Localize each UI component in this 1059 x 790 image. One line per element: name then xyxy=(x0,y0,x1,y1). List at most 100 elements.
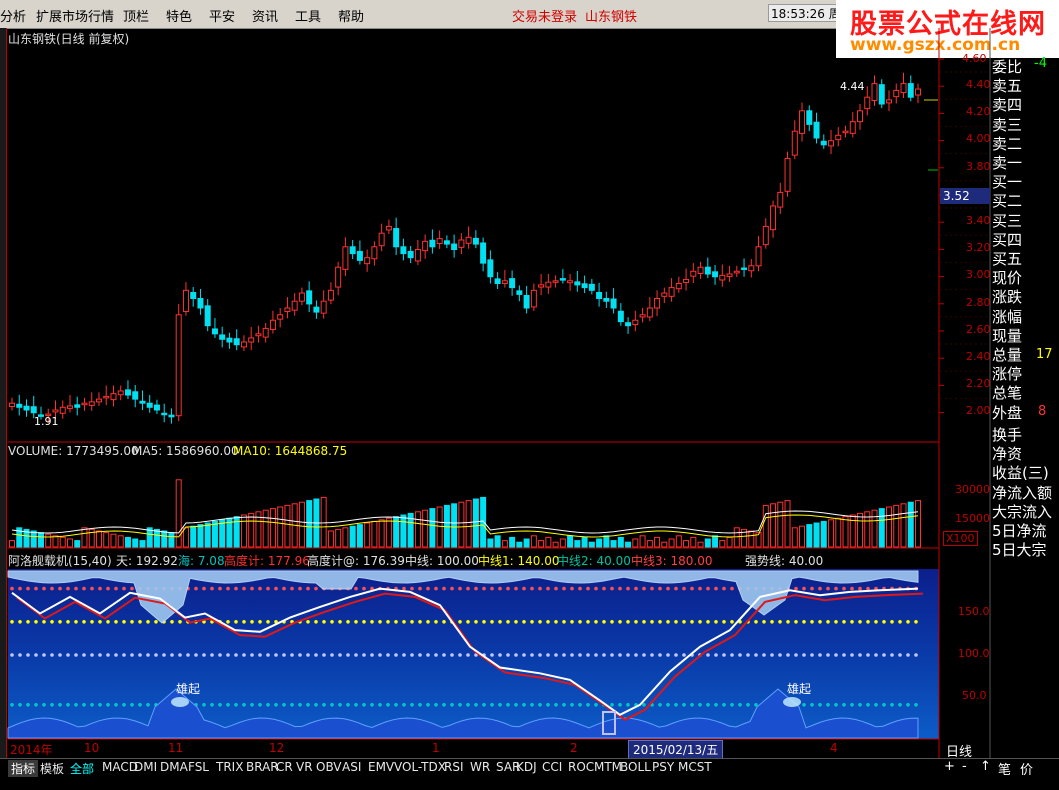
indicator-dot xyxy=(602,653,606,657)
price-button[interactable]: 价 xyxy=(1020,759,1033,778)
tab-mcst[interactable]: MCST xyxy=(678,760,712,774)
candle-body xyxy=(617,310,624,323)
tab-cci[interactable]: CCI xyxy=(542,760,562,774)
volume-bar xyxy=(704,538,711,548)
indicator-dot xyxy=(418,586,422,591)
indicator-dot xyxy=(762,620,766,624)
tab-vol-tdx[interactable]: VOL-TDX xyxy=(394,760,446,774)
indicator-dot xyxy=(370,653,374,657)
tab-dmi[interactable]: DMI xyxy=(134,760,157,774)
indicator-dot xyxy=(522,586,526,591)
tab-brar[interactable]: BRAR xyxy=(246,760,279,774)
candle-body xyxy=(117,390,124,396)
indicator-dot xyxy=(818,586,822,591)
volume-bar xyxy=(552,541,559,548)
candle-body xyxy=(538,284,545,288)
tab-vr[interactable]: VR xyxy=(296,760,313,774)
tab-dma[interactable]: DMA xyxy=(160,760,188,774)
volume-bar xyxy=(806,524,813,548)
zoom-out-button[interactable]: - xyxy=(962,759,967,774)
indicator-dot xyxy=(546,620,550,624)
indicator-dot xyxy=(370,703,374,707)
tab-kdj[interactable]: KDJ xyxy=(516,760,537,774)
volume-bar xyxy=(139,540,146,548)
indicator-qiangshi: 强势线: 40.00 xyxy=(745,554,824,568)
indicator-dot xyxy=(130,653,134,657)
volume-bar xyxy=(596,538,603,548)
tab-rsi[interactable]: RSI xyxy=(444,760,464,774)
indicator-dot xyxy=(114,703,118,707)
candle-body xyxy=(697,266,704,274)
indicator-dot xyxy=(90,620,94,624)
indicator-dot xyxy=(618,586,622,591)
indicator-dot xyxy=(266,586,270,591)
indicator-dot xyxy=(642,620,646,624)
candle-body xyxy=(777,191,784,208)
tab-asi[interactable]: ASI xyxy=(342,760,361,774)
tab-template[interactable]: 模板 xyxy=(40,760,64,777)
indicator-dot xyxy=(338,703,342,707)
candle-body xyxy=(422,240,429,252)
up-button[interactable]: ↑ xyxy=(980,759,991,774)
indicator-dot xyxy=(850,586,854,591)
indicator-dot xyxy=(314,653,318,657)
indicator-dot xyxy=(546,653,550,657)
tab-cr[interactable]: CR xyxy=(276,760,293,774)
indicator-dot xyxy=(506,586,510,591)
indicator-dot xyxy=(410,653,414,657)
indicator-dot xyxy=(282,586,286,591)
tick-button[interactable]: 笔 xyxy=(998,759,1011,778)
indicator-dot xyxy=(538,653,542,657)
tab-all[interactable]: 全部 xyxy=(70,760,94,777)
volume-bar xyxy=(849,514,856,548)
volume-bar xyxy=(719,540,726,548)
indicator-dot xyxy=(874,703,878,707)
tab-fsl[interactable]: FSL xyxy=(188,760,209,774)
candle-body xyxy=(168,414,175,418)
volume-bar xyxy=(545,536,552,548)
indicator-dot xyxy=(394,620,398,624)
volume-bar xyxy=(632,538,639,548)
current-price-tag: 3.52 xyxy=(940,188,990,204)
indicator-dot xyxy=(258,620,262,624)
indicator-dot xyxy=(490,703,494,707)
indicator-dot xyxy=(242,586,246,591)
candle-body xyxy=(726,273,733,277)
tab-roc[interactable]: ROC xyxy=(568,760,594,774)
indicator-dot xyxy=(890,653,894,657)
tab-trix[interactable]: TRIX xyxy=(216,760,243,774)
volume-bar xyxy=(240,514,247,548)
volume-bar xyxy=(726,536,733,548)
tab-mtm[interactable]: MTM xyxy=(594,760,622,774)
candle-body xyxy=(146,402,153,408)
tab-emv[interactable]: EMV xyxy=(368,760,394,774)
tab-wr[interactable]: WR xyxy=(470,760,490,774)
indicator-dot xyxy=(810,586,814,591)
indicator-dot xyxy=(674,586,678,591)
candle-body xyxy=(886,99,893,104)
indicator-dot xyxy=(474,703,478,707)
candle-body xyxy=(139,400,146,404)
tab-macd[interactable]: MACD xyxy=(102,760,138,774)
indicator-dot xyxy=(610,620,614,624)
volume-bar xyxy=(298,501,305,548)
candle-body xyxy=(675,283,682,290)
indicator-dot xyxy=(226,620,230,624)
tab-indicator[interactable]: 指标 xyxy=(8,760,39,777)
indicator-dot xyxy=(434,620,438,624)
tab-boll[interactable]: BOLL xyxy=(620,760,651,774)
zoom-in-button[interactable]: + xyxy=(944,759,955,774)
indicator-dot xyxy=(818,620,822,624)
candle-body xyxy=(813,121,820,139)
volume-bar xyxy=(378,519,385,548)
side-panel-label: 5日净流 xyxy=(992,522,1047,540)
candle-body xyxy=(893,89,900,98)
candle-body xyxy=(291,300,298,311)
tab-obv[interactable]: OBV xyxy=(316,760,342,774)
indicator-dot xyxy=(250,620,254,624)
side-panel-label: 现量 xyxy=(992,326,1023,345)
tab-psy[interactable]: PSY xyxy=(652,760,674,774)
candle-body xyxy=(443,240,450,245)
candle-body xyxy=(878,84,885,105)
chart-canvas[interactable] xyxy=(0,0,1059,789)
